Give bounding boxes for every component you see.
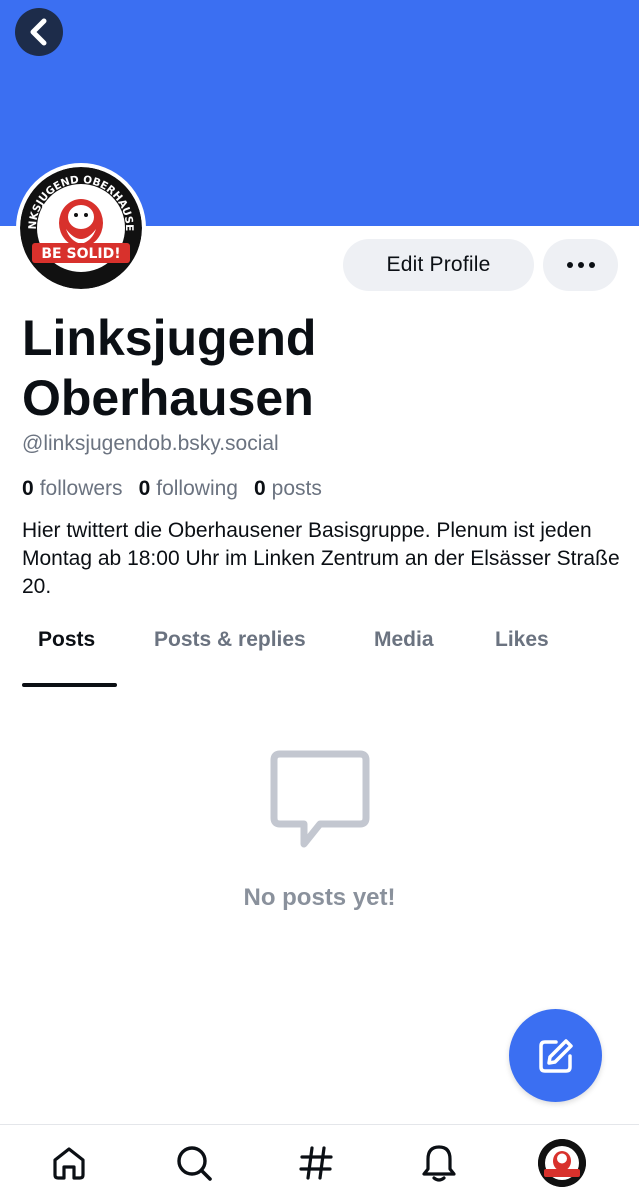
posts-stat: 0 posts [254,477,322,501]
more-horizontal-icon [566,262,573,268]
tab-posts-replies[interactable]: Posts & replies [154,628,306,672]
home-icon [53,1147,85,1180]
following-stat[interactable]: 0 following [139,477,238,501]
nav-home[interactable] [45,1139,93,1187]
more-options-button[interactable] [543,239,618,291]
nav-profile[interactable] [538,1139,586,1187]
profile-avatar[interactable]: LINKSJUGEND OBERHAUSEN BE SOLID! [16,163,146,293]
profile-stats: 0 followers 0 following 0 posts [22,477,322,501]
nav-feeds[interactable] [292,1139,340,1187]
posts-count: 0 [253,477,266,500]
following-label: following [156,477,238,500]
bell-icon [422,1145,456,1182]
nav-notifications[interactable] [415,1139,463,1187]
profile-avatar-icon [538,1139,586,1187]
hashtag-icon [299,1146,333,1180]
search-icon [177,1146,212,1181]
avatar-slogan: BE SOLID! [41,246,120,262]
compose-icon [538,1038,573,1073]
following-count: 0 [138,477,151,500]
empty-state-text: No posts yet! [243,884,396,911]
back-button[interactable] [15,8,63,56]
edit-profile-button[interactable]: Edit Profile [343,239,534,291]
tab-media[interactable]: Media [374,628,434,672]
profile-display-name: Linksjugend Oberhausen [22,310,317,426]
tab-posts[interactable]: Posts [38,628,95,672]
followers-label: followers [39,477,123,500]
message-square-icon [268,748,372,857]
posts-label: posts [271,477,322,500]
profile-handle: @linksjugendob.bsky.social [22,432,279,455]
bottom-navigation [0,1124,639,1200]
chevron-left-icon [30,18,47,46]
nav-search[interactable] [170,1139,218,1187]
profile-bio: Hier twittert die Oberhausener Basisgrup… [22,519,620,598]
compose-button[interactable] [509,1009,602,1102]
followers-count: 0 [22,477,34,500]
tab-likes[interactable]: Likes [495,628,549,672]
profile-tabs: Posts Posts & replies Media Likes [0,628,639,688]
followers-stat[interactable]: 0 followers [22,477,123,501]
active-tab-indicator [22,683,117,687]
profile-screen: LINKSJUGEND OBERHAUSEN BE SOLID! Edit Pr… [0,0,639,1200]
